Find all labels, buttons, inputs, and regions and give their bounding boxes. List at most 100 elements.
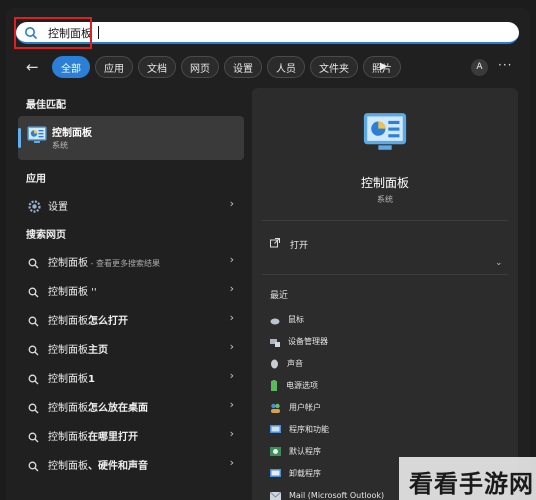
best-match-item[interactable]: 控制面板 系统 xyxy=(18,116,244,160)
battery-icon xyxy=(270,376,278,395)
detail-pane: 控制面板 系统 打开 ⌄ 最近 鼠标 设备管理器 声音 电源选项 用户帐户 程序… xyxy=(252,88,518,500)
filter-all[interactable]: 全部 xyxy=(52,56,90,78)
filter-documents[interactable]: 文档 xyxy=(138,56,176,78)
web-result-text: 控制面板 xyxy=(48,374,88,385)
search-icon xyxy=(28,370,39,389)
back-arrow-icon[interactable]: ← xyxy=(26,58,39,76)
chevron-right-icon: › xyxy=(229,398,234,411)
filter-apps[interactable]: 应用 xyxy=(95,56,133,78)
divider xyxy=(262,274,508,275)
web-result-1[interactable]: 控制面板 '' › xyxy=(18,277,244,303)
recent-item[interactable]: 鼠标 xyxy=(270,309,500,329)
best-match-title: 控制面板 xyxy=(52,128,92,139)
best-match-subtitle: 系统 xyxy=(52,141,68,150)
chevron-right-icon: › xyxy=(229,340,234,353)
recent-item[interactable]: 设备管理器 xyxy=(270,331,500,351)
device-manager-icon xyxy=(270,332,280,351)
web-result-bold: 在哪里打开 xyxy=(88,432,138,443)
search-icon xyxy=(28,399,39,418)
search-icon xyxy=(28,254,39,273)
chevron-down-icon[interactable]: ⌄ xyxy=(495,258,503,268)
recent-item-label: 用户帐户 xyxy=(289,402,321,412)
control-panel-icon xyxy=(27,126,47,148)
recent-item-label: 默认程序 xyxy=(289,446,321,456)
chevron-right-icon: › xyxy=(229,456,234,469)
watermark: 看看手游网 xyxy=(399,457,536,500)
default-programs-icon xyxy=(270,442,281,461)
web-result-bold: 怎么打开 xyxy=(88,316,128,327)
more-options-button[interactable]: ··· xyxy=(498,58,512,72)
selection-accent xyxy=(18,128,21,148)
detail-subtitle: 系统 xyxy=(377,195,393,204)
web-result-7[interactable]: 控制面板、硬件和声音 › xyxy=(18,451,244,477)
open-label: 打开 xyxy=(290,241,309,251)
sound-icon xyxy=(270,354,279,373)
recent-item-label: 鼠标 xyxy=(288,314,304,324)
filter-folders[interactable]: 文件夹 xyxy=(310,56,358,78)
mouse-icon xyxy=(270,310,280,329)
web-result-subtext: - 查看更多搜索结果 xyxy=(88,259,160,268)
users-icon xyxy=(270,398,281,417)
recent-item[interactable]: 声音 xyxy=(270,353,500,373)
web-result-6[interactable]: 控制面板在哪里打开 › xyxy=(18,422,244,448)
open-action[interactable]: 打开 xyxy=(270,238,308,251)
uninstall-icon xyxy=(270,464,281,483)
recent-item-label: Mail (Microsoft Outlook) xyxy=(289,490,385,500)
chevron-right-icon: › xyxy=(229,311,234,324)
recent-item-label: 电源选项 xyxy=(286,380,318,390)
control-panel-icon xyxy=(362,112,408,156)
watermark-text: 看看手游网 xyxy=(409,470,534,498)
app-item-settings[interactable]: 设置 › xyxy=(18,192,244,218)
chevron-right-icon: › xyxy=(229,282,234,295)
programs-icon xyxy=(270,420,281,439)
filter-web[interactable]: 网页 xyxy=(181,56,219,78)
web-result-text: 控制面板 xyxy=(48,258,88,269)
web-result-bold: 1 xyxy=(88,374,95,385)
app-item-label: 设置 xyxy=(48,202,68,213)
web-result-0[interactable]: 控制面板 - 查看更多搜索结果 › xyxy=(18,248,244,274)
section-best-match: 最佳匹配 xyxy=(26,100,66,111)
web-result-text: 控制面板 xyxy=(48,461,88,472)
recent-item[interactable]: 用户帐户 xyxy=(270,397,500,417)
filter-chips: 全部 应用 文档 网页 设置 人员 文件夹 照片 xyxy=(52,56,401,78)
web-result-text: 控制面板 xyxy=(48,345,88,356)
detail-title: 控制面板 xyxy=(360,176,409,190)
highlight-box xyxy=(14,17,92,49)
filter-people[interactable]: 人员 xyxy=(267,56,305,78)
recent-item-label: 声音 xyxy=(287,358,303,368)
recent-item[interactable]: 电源选项 xyxy=(270,375,500,395)
search-icon xyxy=(28,428,39,447)
recent-item[interactable]: 程序和功能 xyxy=(270,419,500,439)
divider xyxy=(262,220,508,221)
section-apps: 应用 xyxy=(26,174,46,185)
search-icon xyxy=(28,457,39,476)
recent-item-label: 程序和功能 xyxy=(289,424,329,434)
web-result-bold: 主页 xyxy=(88,345,108,356)
start-search-panel: 控制面板 ← 全部 应用 文档 网页 设置 人员 文件夹 照片 ▶ A ··· … xyxy=(6,8,530,500)
recent-item-label: 设备管理器 xyxy=(288,336,328,346)
web-result-5[interactable]: 控制面板怎么放在桌面 › xyxy=(18,393,244,419)
web-result-text: 控制面板 xyxy=(48,316,88,327)
web-result-4[interactable]: 控制面板1 › xyxy=(18,364,244,390)
open-external-icon xyxy=(270,238,280,251)
web-result-bold: 怎么放在桌面 xyxy=(88,403,148,414)
web-result-text: 控制面板 xyxy=(48,432,88,443)
web-result-bold: 、硬件和声音 xyxy=(88,461,148,472)
search-icon xyxy=(28,341,39,360)
web-result-text: 控制面板 xyxy=(48,403,88,414)
section-web-search: 搜索网页 xyxy=(26,230,66,241)
web-result-3[interactable]: 控制面板主页 › xyxy=(18,335,244,361)
chevron-right-icon: › xyxy=(229,427,234,440)
gear-icon xyxy=(28,198,41,217)
chevron-right-icon: › xyxy=(229,369,234,382)
chevron-right-icon: › xyxy=(229,253,234,266)
web-result-2[interactable]: 控制面板怎么打开 › xyxy=(18,306,244,332)
play-icon[interactable]: ▶ xyxy=(380,61,388,72)
mail-icon xyxy=(269,486,282,500)
text-cursor xyxy=(98,26,99,39)
search-icon xyxy=(28,283,39,302)
search-icon xyxy=(28,312,39,331)
avatar[interactable]: A xyxy=(471,59,488,76)
recent-heading: 最近 xyxy=(270,291,289,301)
filter-settings[interactable]: 设置 xyxy=(224,56,262,78)
